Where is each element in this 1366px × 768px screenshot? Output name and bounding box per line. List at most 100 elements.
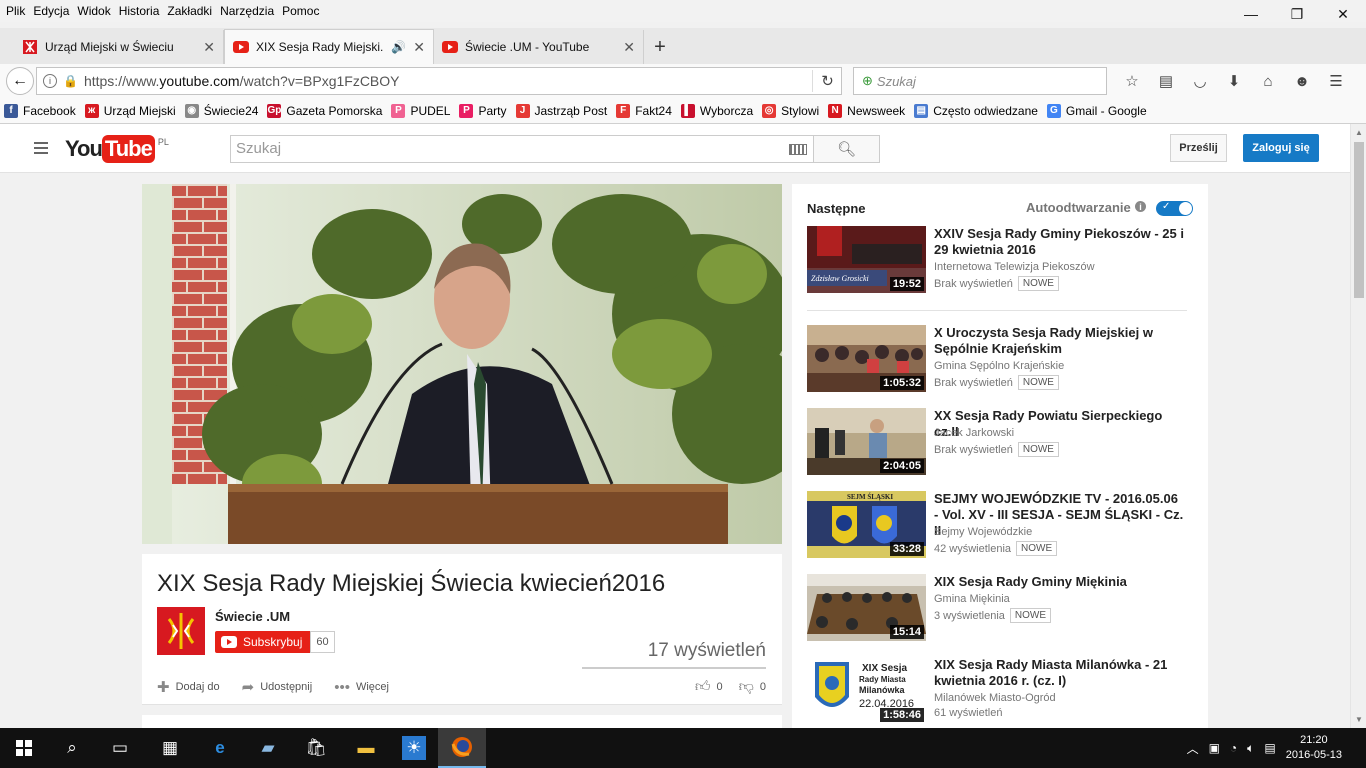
bookmark-item[interactable]: Gp Gazeta Pomorska (267, 103, 382, 118)
thumbnail-line2: Rady Miasta (859, 675, 906, 684)
related-video-item[interactable]: Zdzisław Grosicki 19:52 XXIV Sesja Rady … (807, 226, 1192, 294)
video-title-link[interactable]: XIX Sesja Rady Miasta Milanówka - 21 kwi… (934, 657, 1184, 689)
video-player[interactable] (142, 184, 782, 544)
bookmark-item[interactable]: ▤ Często odwiedzane (914, 103, 1038, 118)
video-thumbnail[interactable]: 15:14 (807, 574, 926, 641)
autoplay-toggle[interactable]: ✓ (1156, 201, 1193, 216)
bookmark-item[interactable]: ◎ Stylowi (762, 103, 819, 118)
dislike-button[interactable]: 👎︎ 0 (739, 678, 766, 696)
add-to-button[interactable]: ✚ Dodaj do (157, 678, 220, 696)
start-button[interactable] (0, 728, 48, 768)
scrollbar-thumb[interactable] (1354, 142, 1364, 298)
info-icon[interactable]: i (43, 74, 57, 88)
tab-youtube-channel[interactable]: Świecie .UM - YouTube ✕ (434, 30, 644, 64)
new-tab-button[interactable]: + (644, 30, 676, 64)
bookmark-item[interactable]: P Party (459, 103, 507, 118)
notes-app-icon[interactable]: ▰ (244, 728, 292, 768)
related-video-item[interactable]: 2:04:05 XX Sesja Rady Powiatu Sierpeckie… (807, 408, 1192, 476)
restore-icon[interactable]: ❐ (1274, 0, 1320, 28)
file-explorer-icon[interactable]: ▬ (342, 728, 390, 768)
volume-icon[interactable]: 🔈︎ (1247, 741, 1254, 756)
related-video-item[interactable]: 15:14 XIX Sesja Rady Gminy Miękinia Gmin… (807, 574, 1192, 642)
video-thumbnail[interactable]: 1:05:32 (807, 325, 926, 392)
wifi-icon[interactable]: ◔ (1230, 741, 1237, 755)
menu-plik[interactable]: Plik (0, 4, 29, 18)
store-icon[interactable]: 🛍︎ (292, 728, 340, 768)
youtube-search-button[interactable]: 🔍︎ (813, 135, 880, 163)
like-button[interactable]: 👍︎ 0 (695, 678, 723, 696)
reading-list-icon[interactable]: ▤ (1149, 68, 1183, 94)
search-taskbar-icon[interactable]: ⌕ (48, 728, 96, 768)
channel-avatar[interactable] (157, 607, 205, 655)
close-tab-icon[interactable]: ✕ (623, 39, 635, 56)
related-video-item[interactable]: 1:05:32 X Uroczysta Sesja Rady Miejskiej… (807, 325, 1192, 393)
scroll-down-icon[interactable]: ▼ (1355, 715, 1363, 724)
menu-historia[interactable]: Historia (115, 4, 164, 18)
upload-button[interactable]: Prześlij (1170, 134, 1227, 162)
close-tab-icon[interactable]: ✕ (413, 39, 425, 56)
network-adapter-icon[interactable]: ▣ (1209, 741, 1220, 755)
action-center-icon[interactable]: ▤ (1264, 741, 1275, 755)
browser-search-input[interactable]: ⊕ Szukaj (853, 67, 1107, 95)
lock-icon[interactable]: 🔒 (63, 74, 78, 88)
bookmark-item[interactable]: ж Urząd Miejski (84, 103, 176, 118)
reload-button[interactable]: ↻ (812, 70, 842, 92)
video-thumbnail[interactable]: Zdzisław Grosicki 19:52 (807, 226, 926, 293)
bookmark-item[interactable]: J Jastrząb Post (515, 103, 607, 118)
video-title-link[interactable]: XIX Sesja Rady Gminy Miękinia (934, 574, 1184, 590)
channel-name-link[interactable]: Świecie .UM (215, 609, 290, 624)
weather-app-icon[interactable]: ☀ (390, 728, 438, 768)
bookmark-item[interactable]: ▌ Wyborcza (680, 103, 753, 118)
video-thumbnail[interactable]: 2:04:05 (807, 408, 926, 475)
menu-widok[interactable]: Widok (73, 4, 114, 18)
hamburger-menu-icon[interactable]: ☰ (1319, 68, 1353, 94)
bookmark-item[interactable]: N Newsweek (828, 103, 905, 118)
more-button[interactable]: ••• Więcej (334, 678, 389, 696)
url-bar[interactable]: i 🔒 https://www.youtube.com/watch?v=BPxg… (36, 67, 842, 95)
video-thumbnail[interactable]: SEJM ŚLĄSKI 33:28 (807, 491, 926, 558)
guide-menu-icon[interactable] (34, 142, 48, 154)
tray-chevron-icon[interactable]: ︿ (1187, 740, 1199, 757)
home-icon[interactable]: ⌂ (1251, 68, 1285, 94)
pocket-icon[interactable]: ◡ (1183, 68, 1217, 94)
youtube-logo[interactable]: You Tube PL (65, 135, 169, 163)
firefox-icon[interactable] (438, 728, 486, 768)
bookmark-star-icon[interactable]: ☆ (1115, 68, 1149, 94)
task-view-icon[interactable]: ▭ (96, 728, 144, 768)
related-video-item[interactable]: XIX Sesja Rady Miasta Milanówka 22.04.2016 … (807, 657, 1192, 725)
back-button[interactable]: ← (6, 67, 34, 95)
calculator-icon[interactable]: ▦ (146, 728, 194, 768)
youtube-favicon-icon (233, 39, 249, 55)
tab-urzad[interactable]: Urząd Miejski w Świeciu ✕ (14, 30, 224, 64)
page-scrollbar[interactable]: ▲ ▼ (1350, 124, 1366, 728)
edge-browser-icon[interactable]: e (196, 728, 244, 768)
scroll-up-icon[interactable]: ▲ (1355, 128, 1363, 137)
related-video-item[interactable]: SEJM ŚLĄSKI 33:28 SEJMY WOJEWÓDZKIE TV -… (807, 491, 1192, 559)
downloads-icon[interactable]: ⬇ (1217, 68, 1251, 94)
menu-zakladki[interactable]: Zakładki (163, 4, 216, 18)
subscribe-button[interactable]: Subskrybuj (215, 631, 310, 653)
video-thumbnail[interactable]: XIX Sesja Rady Miasta Milanówka 22.04.2016 … (807, 657, 926, 724)
bookmark-item[interactable]: ◉ Świecie24 (184, 103, 258, 118)
clock[interactable]: 21:20 2016-05-13 (1286, 733, 1352, 763)
video-title-link[interactable]: XXIV Sesja Rady Gminy Piekoszów - 25 i 2… (934, 226, 1184, 258)
youtube-search-input[interactable]: Szukaj (230, 135, 814, 163)
menu-pomoc[interactable]: Pomoc (278, 4, 323, 18)
bookmark-item[interactable]: F Fakt24 (616, 103, 672, 118)
share-button[interactable]: ➦ Udostępnij (242, 678, 313, 696)
autoplay-info-icon[interactable]: i (1135, 201, 1146, 212)
bookmark-item[interactable]: f Facebook (4, 103, 76, 118)
close-window-icon[interactable]: ✕ (1320, 0, 1366, 28)
tab-youtube-video[interactable]: XIX Sesja Rady Miejski... 🔊 ✕ (224, 29, 434, 64)
keyboard-icon[interactable] (789, 144, 807, 155)
bookmark-item[interactable]: G Gmail - Google (1046, 103, 1147, 118)
emoji-addon-icon[interactable]: ☻ (1285, 68, 1319, 94)
minimize-icon[interactable]: — (1228, 0, 1274, 28)
login-button[interactable]: Zaloguj się (1243, 134, 1319, 162)
close-tab-icon[interactable]: ✕ (203, 39, 215, 56)
video-title-link[interactable]: X Uroczysta Sesja Rady Miejskiej w Sępól… (934, 325, 1184, 357)
speaker-icon[interactable]: 🔊 (391, 40, 406, 54)
bookmark-item[interactable]: P PUDEL (391, 103, 450, 118)
menu-edycja[interactable]: Edycja (29, 4, 73, 18)
menu-narzedzia[interactable]: Narzędzia (216, 4, 278, 18)
